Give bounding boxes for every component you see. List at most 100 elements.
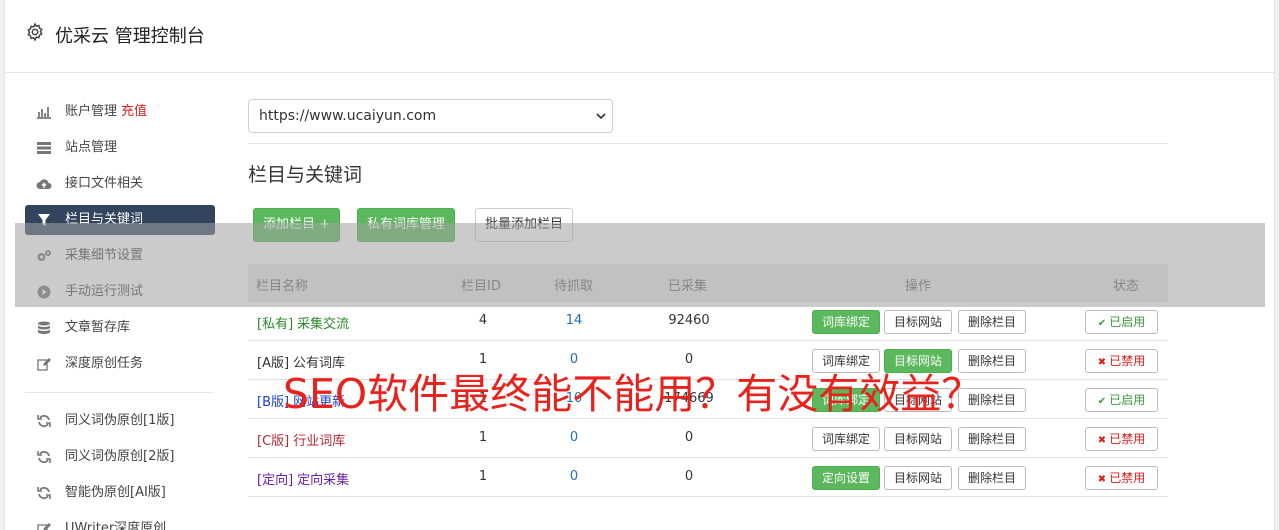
status-toggle[interactable]: ✔ 已启用 (1085, 310, 1158, 334)
database-icon (36, 320, 52, 336)
column-tag: [定向] (257, 473, 294, 488)
sidebar-item-101[interactable]: 同义词伪原创[2版] (25, 439, 215, 475)
gear-icon (27, 22, 43, 42)
th-collected: 已采集 (668, 279, 708, 294)
sidebar-item-6[interactable]: 文章暂存库 (25, 310, 215, 346)
refresh-icon (36, 485, 52, 501)
target-site-button[interactable]: 目标网站 (884, 310, 953, 334)
edit-icon (36, 356, 52, 372)
target-site-button[interactable]: 目标网站 (884, 388, 953, 412)
play-circle-icon (36, 284, 52, 300)
sidebar-item-0[interactable]: 账户管理 充值 (25, 94, 215, 130)
collected-count: 0 (684, 352, 694, 367)
bind-lib-button[interactable]: 词库绑定 (812, 349, 881, 373)
status-toggle[interactable]: ✖ 已禁用 (1085, 466, 1158, 490)
th-pending: 待抓取 (554, 279, 594, 294)
header: 优采云 管理控制台 (5, 0, 1274, 73)
batch-add-button[interactable]: 批量添加栏目 (475, 208, 574, 242)
delete-column-button[interactable]: 删除栏目 (958, 388, 1027, 412)
sidebar-item-label: 智能伪原创[AI版] (65, 485, 166, 500)
sidebar-item-label: 站点管理 (65, 140, 118, 155)
delete-column-button[interactable]: 删除栏目 (958, 466, 1027, 490)
table-row: [A版] 公有词库 1 0 0 词库绑定 目标网站 删除栏目 ✖ 已禁用 (248, 341, 1168, 380)
bind-lib-button[interactable]: 词库绑定 (812, 310, 881, 334)
bind-lib-button[interactable]: 词库绑定 (812, 427, 881, 451)
column-name: 行业词库 (293, 434, 346, 449)
chevron-down-icon (596, 113, 606, 120)
th-actions: 操作 (905, 279, 932, 294)
delete-column-button[interactable]: 删除栏目 (958, 310, 1027, 334)
collected-count: 92460 (668, 313, 710, 328)
column-name-link[interactable]: [定向] 定向采集 (257, 469, 349, 488)
column-tag: [C版] (257, 434, 290, 449)
column-name: 公有词库 (293, 356, 346, 371)
column-id: 1 (478, 352, 488, 367)
column-name: 定向采集 (297, 473, 350, 488)
table-header: 栏目名称 栏目ID 待抓取 已采集 操作 状态 (248, 264, 1168, 302)
sidebar-item-103[interactable]: UWriter深度原创 (25, 511, 215, 530)
sidebar-item-7[interactable]: 深度原创任务 (25, 346, 215, 382)
pending-count: 0 (569, 430, 579, 445)
column-name-link[interactable]: [C版] 行业词库 (257, 430, 345, 449)
check-icon: ✔ (1097, 396, 1107, 407)
sidebar-item-3[interactable]: 栏目与关键词 (25, 205, 215, 235)
sidebar-divider (25, 392, 213, 393)
section-title: 栏目与关键词 (248, 164, 363, 186)
status-toggle[interactable]: ✖ 已禁用 (1085, 427, 1158, 451)
refresh-icon (36, 413, 52, 429)
sidebar-item-label: 手动运行测试 (65, 284, 144, 299)
th-name: 栏目名称 (256, 279, 309, 294)
check-icon: ✔ (1097, 318, 1107, 329)
collected-count: 0 (684, 469, 694, 484)
sidebar-item-label: 接口文件相关 (65, 176, 144, 191)
column-name-link[interactable]: [B版] 网站更新 (257, 391, 345, 410)
column-id: 1 (478, 391, 488, 406)
recharge-link[interactable]: 充值 (121, 104, 147, 119)
bar-chart-icon (36, 104, 52, 120)
delete-column-button[interactable]: 删除栏目 (958, 349, 1027, 373)
sidebar-item-label: 账户管理 (65, 104, 118, 119)
sidebar-item-2[interactable]: 接口文件相关 (25, 166, 215, 202)
status-label: 已禁用 (1109, 432, 1146, 446)
edit-icon (36, 521, 52, 530)
close-icon: ✖ (1097, 435, 1107, 446)
sidebar-item-1[interactable]: 站点管理 (25, 130, 215, 166)
status-label: 已禁用 (1109, 471, 1146, 485)
bind-lib-button[interactable]: 词库绑定 (812, 388, 881, 412)
table-row: [私有] 采集交流 4 14 92460 词库绑定 目标网站 删除栏目 ✔ 已启用 (248, 302, 1168, 341)
sidebar-item-label: 深度原创任务 (65, 356, 144, 371)
sidebar: 账户管理 充值站点管理接口文件相关栏目与关键词采集细节设置 手动运行测试文章暂存库深… (25, 94, 215, 530)
column-id: 1 (478, 469, 488, 484)
add-column-button[interactable]: 添加栏目 + (253, 208, 341, 242)
collected-count: 174669 (664, 391, 714, 406)
columns-table: 栏目名称 栏目ID 待抓取 已采集 操作 状态 [私有] 采集交流 4 14 92460… (248, 264, 1168, 497)
sidebar-item-5[interactable]: 手动运行测试 (25, 274, 215, 310)
sidebar-item-label: 采集细节设置 (65, 248, 144, 263)
target-site-button[interactable]: 目标网站 (884, 466, 953, 490)
column-name-link[interactable]: [私有] 采集交流 (257, 313, 349, 332)
collected-count: 0 (684, 430, 694, 445)
target-site-button[interactable]: 目标网站 (884, 349, 953, 373)
column-name: 采集交流 (297, 317, 350, 332)
site-select[interactable]: https://www.ucaiyun.com (248, 99, 613, 133)
server-icon (36, 140, 52, 156)
table-body: [私有] 采集交流 4 14 92460 词库绑定 目标网站 删除栏目 ✔ 已启用 [A版] 公有词库… (248, 302, 1168, 497)
column-tag: [B版] (257, 395, 290, 410)
sidebar-item-label: 同义词伪原创[1版] (65, 413, 175, 428)
status-toggle[interactable]: ✔ 已启用 (1085, 388, 1158, 412)
bind-lib-button[interactable]: 定向设置 (812, 466, 881, 490)
filter-icon (36, 212, 52, 228)
pending-count: 0 (569, 352, 579, 367)
status-toggle[interactable]: ✖ 已禁用 (1085, 349, 1158, 373)
column-name-link[interactable]: [A版] 公有词库 (257, 352, 345, 371)
sidebar-item-100[interactable]: 同义词伪原创[1版] (25, 403, 215, 439)
table-row: [定向] 定向采集 1 0 0 定向设置 目标网站 删除栏目 ✖ 已禁用 (248, 458, 1168, 497)
delete-column-button[interactable]: 删除栏目 (958, 427, 1027, 451)
sidebar-item-102[interactable]: 智能伪原创[AI版] (25, 475, 215, 511)
target-site-button[interactable]: 目标网站 (884, 427, 953, 451)
column-tag: [私有] (257, 317, 294, 332)
column-name: 网站更新 (293, 395, 346, 410)
sidebar-item-4[interactable]: 采集细节设置 (25, 238, 215, 274)
close-icon: ✖ (1097, 357, 1107, 368)
private-lib-button[interactable]: 私有词库管理 (357, 208, 456, 242)
